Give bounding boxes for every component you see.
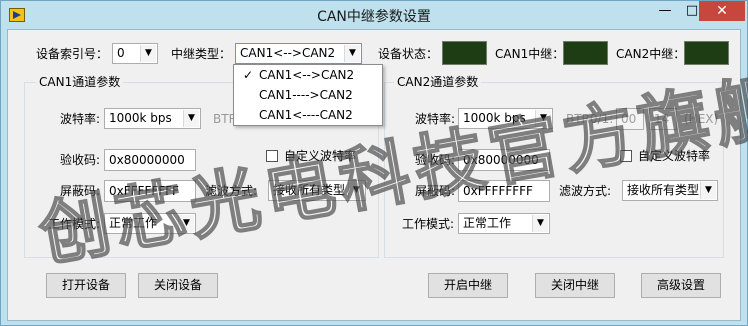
can1-custom-baud-checkbox[interactable] — [266, 150, 278, 162]
can1-relay-led — [563, 41, 608, 65]
can2-baud-select[interactable]: 1000k bps ▼ — [458, 108, 553, 129]
chevron-down-icon: ▼ — [344, 45, 360, 62]
can1-mode-select[interactable]: 正常工作 ▼ — [104, 213, 196, 234]
relay-type-option-label: CAN1---->CAN2 — [259, 88, 353, 102]
relay-type-dropdown-list: ✓ CAN1<-->CAN2 CAN1---->CAN2 CAN1<----CA… — [233, 64, 383, 126]
can2-hex-label: (HEX) — [684, 112, 719, 126]
can1-mode-label: 工作模式: — [48, 217, 101, 231]
relay-type-option[interactable]: CAN1<----CAN2 — [234, 105, 382, 125]
relay-type-option-label: CAN1<----CAN2 — [259, 108, 353, 122]
can2-mode-value: 正常工作 — [463, 216, 512, 230]
can1-relay-label: CAN1中继： — [495, 47, 565, 61]
can2-mask-input[interactable]: 0xFFFFFFFF — [458, 180, 550, 202]
chevron-down-icon: ▼ — [178, 215, 194, 232]
can1-baud-select[interactable]: 1000k bps ▼ — [104, 108, 201, 129]
can2-btr-label: BTR0/1: — [566, 112, 614, 126]
can2-custom-baud-checkbox[interactable] — [620, 150, 632, 162]
can1-accept-code-label: 验收码: — [60, 153, 101, 167]
app-window: CAN中继参数设置 — □ ✕ 设备索引号： 0 ▼ 中继类型： CAN1<--… — [0, 0, 748, 326]
can1-mask-input[interactable]: 0xFFFFFFFF — [104, 180, 196, 202]
can2-mode-select[interactable]: 正常工作 ▼ — [458, 213, 550, 234]
can2-relay-led — [684, 41, 729, 65]
can2-btr0-input[interactable]: 00 — [616, 108, 644, 130]
can1-accept-code-input[interactable]: 0x80000000 — [104, 149, 196, 171]
close-button[interactable]: ✕ — [699, 1, 745, 21]
can2-baud-value: 1000k bps — [463, 111, 526, 125]
can1-group-title: CAN1通道参数 — [36, 74, 124, 90]
start-relay-button[interactable]: 开启中继 — [428, 273, 508, 298]
can1-mode-value: 正常工作 — [109, 216, 158, 230]
can1-filter-value: 接收所有类型 — [273, 183, 346, 197]
device-index-select[interactable]: 0 ▼ — [112, 43, 158, 64]
can1-filter-select[interactable]: 接收所有类型 ▼ — [268, 180, 366, 201]
device-status-led — [442, 41, 487, 65]
relay-type-value: CAN1<-->CAN2 — [240, 46, 336, 60]
chevron-down-icon: ▼ — [183, 110, 199, 127]
chevron-down-icon: ▼ — [532, 215, 548, 232]
minimize-button[interactable]: — — [651, 1, 679, 21]
close-device-button[interactable]: 关闭设备 — [138, 273, 218, 298]
can2-baud-label: 波特率: — [415, 112, 456, 126]
can1-filter-label: 滤波方式: — [205, 184, 258, 198]
relay-type-label: 中继类型： — [171, 47, 232, 61]
can1-baud-label: 波特率: — [60, 112, 101, 126]
can2-custom-baud-label: 自定义波特率 — [638, 149, 711, 163]
can2-filter-select[interactable]: 接收所有类型 ▼ — [622, 180, 718, 201]
device-status-label: 设备状态： — [378, 47, 439, 61]
chevron-down-icon: ▼ — [535, 110, 551, 127]
chevron-down-icon: ▼ — [140, 45, 156, 62]
relay-type-option[interactable]: CAN1---->CAN2 — [234, 85, 382, 105]
open-device-button[interactable]: 打开设备 — [46, 273, 126, 298]
can1-custom-baud-label: 自定义波特率 — [284, 149, 357, 163]
relay-type-option[interactable]: ✓ CAN1<-->CAN2 — [234, 65, 382, 85]
can2-accept-code-input[interactable]: 0x80000000 — [458, 149, 550, 171]
device-index-label: 设备索引号： — [36, 47, 109, 61]
stop-relay-button[interactable]: 关闭中继 — [535, 273, 615, 298]
relay-type-select[interactable]: CAN1<-->CAN2 ▼ — [235, 43, 362, 64]
title-bar: CAN中继参数设置 — □ ✕ — [1, 1, 747, 29]
can2-accept-code-label: 验收码: — [415, 153, 456, 167]
can2-group-title: CAN2通道参数 — [394, 74, 482, 90]
chevron-down-icon: ▼ — [700, 182, 716, 199]
check-icon: ✓ — [243, 68, 254, 82]
can2-btr1-input[interactable]: 14 — [649, 108, 677, 130]
relay-type-option-label: CAN1<-->CAN2 — [259, 68, 355, 82]
can2-mode-label: 工作模式: — [402, 217, 455, 231]
can2-mask-label: 屏蔽码: — [415, 184, 456, 198]
chevron-down-icon: ▼ — [348, 182, 364, 199]
can2-filter-value: 接收所有类型 — [627, 183, 700, 197]
can1-baud-value: 1000k bps — [109, 111, 172, 125]
advanced-settings-button[interactable]: 高级设置 — [641, 273, 721, 298]
can1-mask-label: 屏蔽码: — [60, 184, 101, 198]
window-title: CAN中继参数设置 — [317, 9, 431, 25]
can2-relay-label: CAN2中继： — [616, 47, 686, 61]
can2-filter-label: 滤波方式: — [559, 184, 612, 198]
device-index-value: 0 — [117, 46, 125, 60]
